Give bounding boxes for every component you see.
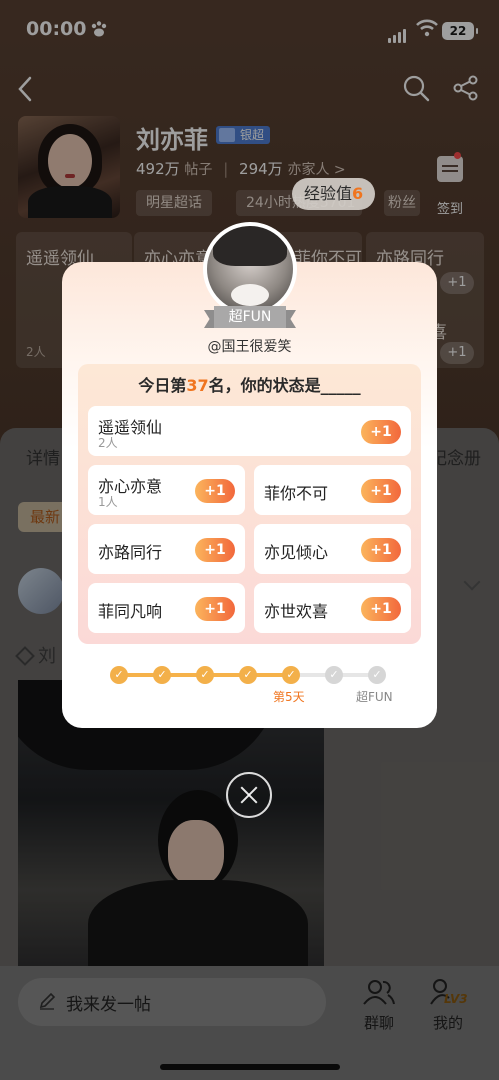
- option-name: 亦见倾心: [264, 543, 329, 562]
- plus-one-button[interactable]: +1: [361, 420, 401, 444]
- checkin-progress: ✓ ✓ ✓ ✓ ✓ ✓ ✓ 第5天 超FUN: [106, 662, 396, 704]
- option-name: 亦世欢喜: [264, 602, 329, 621]
- progress-step: ✓: [282, 666, 300, 684]
- status-option[interactable]: 菲同凡响 +1: [88, 583, 245, 633]
- plus-one-button[interactable]: +1: [195, 479, 235, 503]
- rank-title-prefix: 今日第: [138, 376, 187, 395]
- exp-tooltip-label: 经验值: [304, 184, 353, 203]
- plus-one-button[interactable]: +1: [195, 597, 235, 621]
- option-count: 1人: [98, 495, 118, 509]
- plus-one-button[interactable]: +1: [361, 597, 401, 621]
- status-option[interactable]: 遥遥领仙 2人 +1: [88, 406, 411, 456]
- rank-title: 今日第37名，你的状态是_____: [78, 372, 421, 396]
- progress-step: ✓: [196, 666, 214, 684]
- option-name: 菲同凡响: [98, 602, 163, 621]
- status-option[interactable]: 亦心亦意 1人 +1: [88, 465, 245, 515]
- status-option[interactable]: 菲你不可 +1: [254, 465, 411, 515]
- plus-one-button[interactable]: +1: [361, 538, 401, 562]
- option-count: 2人: [98, 436, 118, 450]
- modal-username: @国王很爱笑: [207, 339, 292, 355]
- progress-current-day: 第5天: [273, 690, 305, 704]
- exp-tooltip: 经验值6: [292, 178, 376, 210]
- progress-step: ✓: [239, 666, 257, 684]
- progress-goal: 超FUN: [356, 690, 393, 704]
- status-option[interactable]: 亦世欢喜 +1: [254, 583, 411, 633]
- status-option[interactable]: 亦见倾心 +1: [254, 524, 411, 574]
- close-icon[interactable]: [226, 772, 272, 818]
- rank-title-suffix: 名，你的状态是_____: [208, 376, 361, 395]
- status-option[interactable]: 亦路同行 +1: [88, 524, 245, 574]
- plus-one-button[interactable]: +1: [361, 479, 401, 503]
- option-name: 菲你不可: [264, 484, 329, 503]
- progress-step: ✓: [325, 666, 343, 684]
- rank-number: 37: [186, 376, 209, 395]
- option-name: 亦路同行: [98, 543, 163, 562]
- fun-ribbon: 超FUN: [204, 306, 296, 328]
- plus-one-button[interactable]: +1: [195, 538, 235, 562]
- progress-step: ✓: [110, 666, 128, 684]
- progress-step: ✓: [368, 666, 386, 684]
- exp-tooltip-value: 6: [352, 184, 364, 203]
- user-avatar: [203, 222, 297, 316]
- fun-ribbon-label: 超FUN: [214, 306, 286, 328]
- progress-step: ✓: [153, 666, 171, 684]
